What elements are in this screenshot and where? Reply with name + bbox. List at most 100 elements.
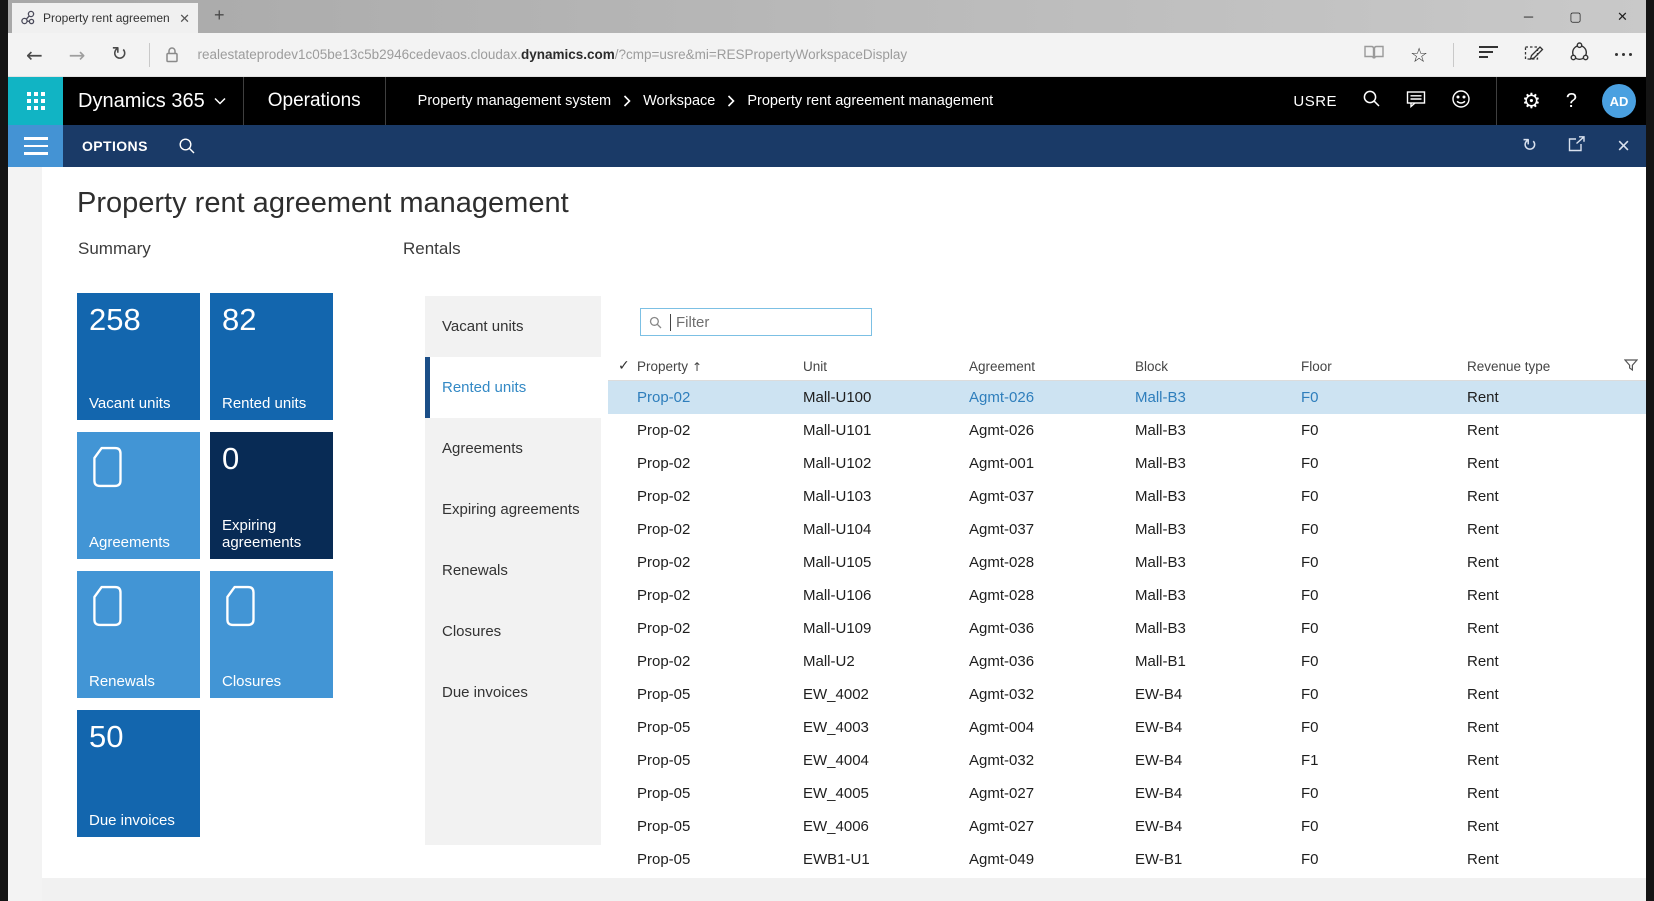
cell-floor: F0 xyxy=(1301,521,1467,538)
more-options-icon[interactable] xyxy=(1615,53,1632,56)
rentals-tab-closures[interactable]: Closures xyxy=(425,601,601,662)
filter-search-icon xyxy=(649,316,662,329)
message-icon[interactable] xyxy=(1406,90,1426,113)
settings-gear-icon[interactable]: ⚙ xyxy=(1522,91,1541,112)
chevron-right-icon xyxy=(727,95,735,107)
summary-tile-closures[interactable]: Closures xyxy=(210,571,333,698)
search-icon[interactable] xyxy=(1362,89,1381,113)
column-header-agreement[interactable]: Agreement xyxy=(969,359,1135,374)
summary-tile-due-invoices[interactable]: 50Due invoices xyxy=(77,710,200,837)
browser-tab[interactable]: Property rent agreemen ✕ xyxy=(12,3,198,33)
chevron-down-icon[interactable] xyxy=(214,97,226,105)
company-picker[interactable]: USRE xyxy=(1293,93,1337,110)
web-note-icon[interactable] xyxy=(1524,42,1544,67)
table-row-ew-4006[interactable]: Prop-05EW_4006Agmt-027EW-B4F0Rent xyxy=(608,810,1646,843)
table-row-mall-u2[interactable]: Prop-02Mall-U2Agmt-036Mall-B1F0Rent xyxy=(608,645,1646,678)
filter-input[interactable]: Filter xyxy=(640,308,872,336)
avatar[interactable]: AD xyxy=(1602,84,1636,118)
feedback-smiley-icon[interactable] xyxy=(1451,89,1471,114)
table-row-mall-u106[interactable]: Prop-02Mall-U106Agmt-028Mall-B3F0Rent xyxy=(608,579,1646,612)
tab-title: Property rent agreemen xyxy=(43,11,172,25)
column-header-revenue-type[interactable]: Revenue type xyxy=(1467,359,1633,374)
waffle-icon xyxy=(27,92,45,110)
select-all-checkmark-icon[interactable]: ✓ xyxy=(618,358,637,374)
rentals-tab-agreements[interactable]: Agreements xyxy=(425,418,601,479)
table-row-mall-u104[interactable]: Prop-02Mall-U104Agmt-037Mall-B3F0Rent xyxy=(608,513,1646,546)
cell-agreement: Agmt-049 xyxy=(969,851,1135,868)
column-header-block[interactable]: Block xyxy=(1135,359,1301,374)
back-button[interactable]: ← xyxy=(26,45,43,65)
summary-tile-renewals[interactable]: Renewals xyxy=(77,571,200,698)
table-row-mall-u102[interactable]: Prop-02Mall-U102Agmt-001Mall-B3F0Rent xyxy=(608,447,1646,480)
grid-filter-funnel-icon[interactable] xyxy=(1624,359,1638,373)
cell-floor: F0 xyxy=(1301,785,1467,802)
cell-floor: F0 xyxy=(1301,851,1467,868)
maximize-button[interactable]: ▢ xyxy=(1552,0,1599,33)
hub-icon[interactable] xyxy=(1479,45,1499,64)
share-icon[interactable] xyxy=(1569,42,1590,67)
table-row-mall-u103[interactable]: Prop-02Mall-U103Agmt-037Mall-B3F0Rent xyxy=(608,480,1646,513)
summary-tile-agreements[interactable]: Agreements xyxy=(77,432,200,559)
nav-pane-toggle-button[interactable] xyxy=(8,125,63,167)
table-row-ew-4003[interactable]: Prop-05EW_4003Agmt-004EW-B4F0Rent xyxy=(608,711,1646,744)
table-row-mall-u105[interactable]: Prop-02Mall-U105Agmt-028Mall-B3F0Rent xyxy=(608,546,1646,579)
app-name[interactable]: Operations xyxy=(244,90,385,112)
table-row-ew-4005[interactable]: Prop-05EW_4005Agmt-027EW-B4F0Rent xyxy=(608,777,1646,810)
close-page-icon[interactable]: × xyxy=(1617,135,1630,157)
toolbar-divider xyxy=(149,43,150,67)
table-row-mall-u101[interactable]: Prop-02Mall-U101Agmt-026Mall-B3F0Rent xyxy=(608,414,1646,447)
rentals-tab-due-invoices[interactable]: Due invoices xyxy=(425,662,601,723)
help-icon[interactable]: ? xyxy=(1566,91,1577,111)
product-name[interactable]: Dynamics 365 xyxy=(78,90,205,113)
lock-icon xyxy=(165,46,179,64)
favorites-star-icon[interactable]: ☆ xyxy=(1410,45,1428,65)
cell-property: Prop-05 xyxy=(637,785,803,802)
navbar-divider-2 xyxy=(385,77,386,125)
column-header-unit[interactable]: Unit xyxy=(803,359,969,374)
address-bar[interactable]: realestateprodev1c05be13c5b2946cedevaos.… xyxy=(197,47,907,62)
table-row-ew-4004[interactable]: Prop-05EW_4004Agmt-032EW-B4F1Rent xyxy=(608,744,1646,777)
tile-label: Due invoices xyxy=(89,812,194,829)
document-icon xyxy=(222,583,258,629)
grid-header-row: ✓ Property↑UnitAgreementBlockFloorRevenu… xyxy=(608,352,1646,381)
refresh-button[interactable]: ↻ xyxy=(112,45,128,64)
forward-button[interactable]: → xyxy=(69,45,86,65)
refresh-page-icon[interactable]: ↻ xyxy=(1522,137,1537,155)
breadcrumb-item-page[interactable]: Property rent agreement management xyxy=(747,93,993,109)
cell-block: EW-B4 xyxy=(1135,752,1301,769)
cell-property: Prop-05 xyxy=(637,752,803,769)
table-row-ewb1-u1[interactable]: Prop-05EWB1-U1Agmt-049EW-B1F0Rent xyxy=(608,843,1646,876)
summary-tile-vacant-units[interactable]: 258Vacant units xyxy=(77,293,200,420)
options-menu[interactable]: OPTIONS xyxy=(82,138,148,154)
table-row-mall-u109[interactable]: Prop-02Mall-U109Agmt-036Mall-B3F0Rent xyxy=(608,612,1646,645)
cell-block: Mall-B3 xyxy=(1135,521,1301,538)
breadcrumb-item-module[interactable]: Property management system xyxy=(418,93,611,109)
rentals-tab-renewals[interactable]: Renewals xyxy=(425,540,601,601)
tile-label: Agreements xyxy=(89,534,194,551)
cell-block: Mall-B1 xyxy=(1135,653,1301,670)
new-tab-button[interactable]: + xyxy=(214,5,225,26)
close-button[interactable]: ✕ xyxy=(1599,0,1646,33)
rentals-tab-expiring-agreements[interactable]: Expiring agreements xyxy=(425,479,601,540)
action-search-icon[interactable] xyxy=(178,137,196,155)
breadcrumb-item-workspace[interactable]: Workspace xyxy=(643,93,715,109)
cell-unit: EW_4005 xyxy=(803,785,969,802)
column-header-property[interactable]: Property↑ xyxy=(637,359,803,374)
tab-close-icon[interactable]: ✕ xyxy=(179,12,190,25)
rentals-tab-vacant-units[interactable]: Vacant units xyxy=(425,296,601,357)
table-row-ew-4002[interactable]: Prop-05EW_4002Agmt-032EW-B4F0Rent xyxy=(608,678,1646,711)
cell-agreement: Agmt-037 xyxy=(969,521,1135,538)
cell-property: Prop-02 xyxy=(637,488,803,505)
open-new-window-icon[interactable] xyxy=(1568,136,1586,157)
minimize-button[interactable]: ─ xyxy=(1505,0,1552,33)
app-launcher-button[interactable] xyxy=(8,77,63,125)
rentals-tab-rented-units[interactable]: Rented units xyxy=(425,357,601,418)
grid-rows: Prop-02Mall-U100Agmt-026Mall-B3F0RentPro… xyxy=(608,381,1646,876)
column-header-floor[interactable]: Floor xyxy=(1301,359,1467,374)
table-row-mall-u100[interactable]: Prop-02Mall-U100Agmt-026Mall-B3F0Rent xyxy=(608,381,1646,414)
cell-block: Mall-B3 xyxy=(1135,587,1301,604)
cell-agreement: Agmt-027 xyxy=(969,818,1135,835)
reading-view-icon[interactable] xyxy=(1363,44,1385,66)
summary-tile-expiring-agreements[interactable]: 0Expiring agreements xyxy=(210,432,333,559)
summary-tile-rented-units[interactable]: 82Rented units xyxy=(210,293,333,420)
